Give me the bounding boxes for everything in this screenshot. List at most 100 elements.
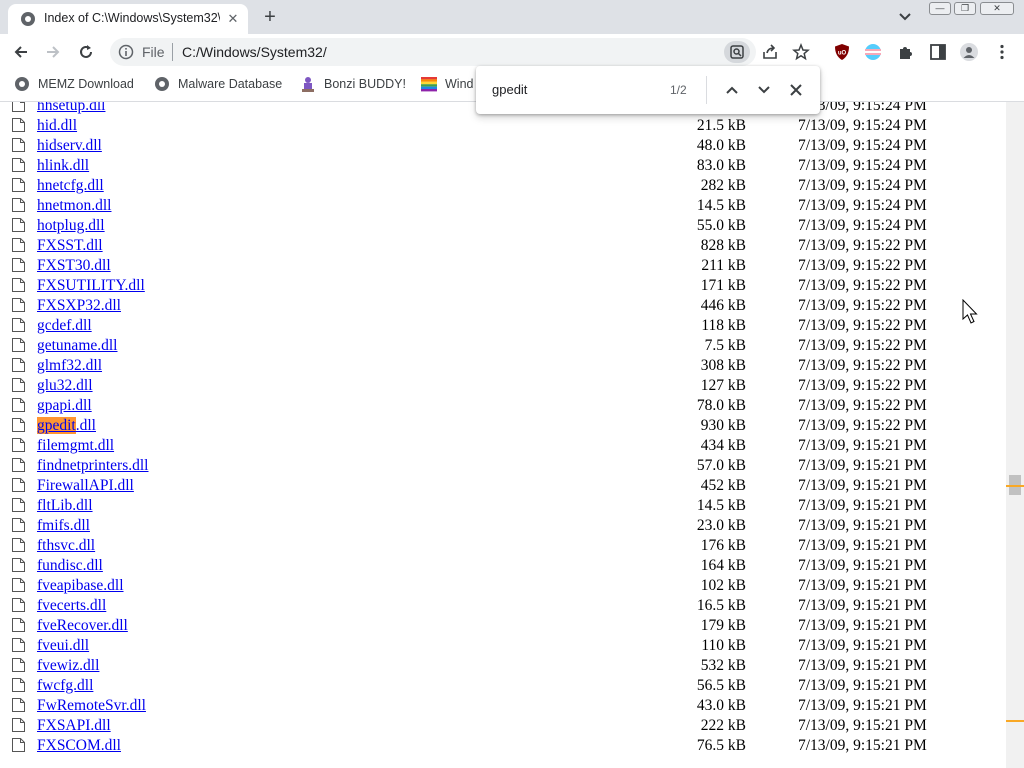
file-icon [12,338,25,352]
file-size: 43.0 kB [696,697,746,714]
file-link[interactable]: fwcfg.dll [37,677,93,694]
file-name-cell: FirewallAPI.dll [8,476,628,496]
new-tab-button[interactable]: + [258,7,282,29]
file-icon [12,118,25,132]
file-link[interactable]: fthsvc.dll [37,537,95,554]
file-size: 56.5 kB [696,677,746,694]
file-link[interactable]: fundisc.dll [37,557,103,574]
file-link[interactable]: hlink.dll [37,157,89,174]
address-bar[interactable]: File C:/Windows/System32/ [110,38,756,66]
back-icon[interactable] [12,43,30,61]
file-link[interactable]: FXST30.dll [37,257,111,274]
file-name-cell: fundisc.dll [8,556,628,576]
find-bar: gpedit 1/2 [476,66,820,114]
file-link[interactable]: fvecerts.dll [37,597,106,614]
file-link[interactable]: hnetmon.dll [37,197,111,214]
file-size: 57.0 kB [696,457,746,474]
file-row: FirewallAPI.dll 452 kB 7/13/09, 9:15:21 PM [8,476,927,496]
file-link[interactable]: FXSCOM.dll [37,737,121,754]
file-name-cell: FXST30.dll [8,256,628,276]
tab-title: Index of C:\Windows\System32\ [44,11,220,25]
file-link[interactable]: findnetprinters.dll [37,457,149,474]
file-link[interactable]: FwRemoteSvr.dll [37,697,146,714]
file-link[interactable]: hidserv.dll [37,137,102,154]
file-size: 930 kB [700,417,746,434]
file-date: 7/13/09, 9:15:21 PM [798,537,927,554]
find-in-page-button[interactable] [724,41,750,63]
file-link[interactable]: FirewallAPI.dll [37,477,134,494]
find-match-count: 1/2 [670,83,687,97]
tab-close-icon[interactable]: ✕ [226,12,240,26]
file-link[interactable]: fltLib.dll [37,497,93,514]
file-row: fltLib.dll 14.5 kB 7/13/09, 9:15:21 PM [8,496,927,516]
chevron-down-icon[interactable] [756,82,772,98]
file-size: 7.5 kB [704,337,746,354]
file-icon [12,678,25,692]
globe-icon [155,77,169,91]
file-date: 7/13/09, 9:15:21 PM [798,637,927,654]
extension-flag-icon[interactable] [864,43,882,61]
file-link[interactable]: glmf32.dll [37,357,102,374]
file-date: 7/13/09, 9:15:22 PM [798,337,927,354]
file-link[interactable]: fveui.dll [37,637,89,654]
file-link[interactable]: fvewiz.dll [37,657,99,674]
close-window-button[interactable]: ✕ [980,2,1014,15]
url-text[interactable]: C:/Windows/System32/ [182,44,327,60]
file-link[interactable]: gpapi.dll [37,397,92,414]
file-date: 7/13/09, 9:15:21 PM [798,497,927,514]
close-icon[interactable] [788,82,804,98]
side-panel-icon[interactable] [929,43,947,61]
file-link[interactable]: hhsetup.dll [37,102,105,114]
file-link[interactable]: fveRecover.dll [37,617,128,634]
file-table: hhsetup.dll42.0 kB7/13/09, 9:15:24 PMhid… [8,102,927,756]
file-link[interactable]: fmifs.dll [37,517,90,534]
file-icon [12,578,25,592]
find-input[interactable]: gpedit [492,82,527,97]
file-link[interactable]: gcdef.dll [37,317,92,334]
file-icon [12,178,25,192]
file-link[interactable]: gpedit.dll [37,417,96,434]
file-icon [12,438,25,452]
file-name-cell: findnetprinters.dll [8,456,628,476]
bookmark-label: Wind [445,77,474,91]
extensions-puzzle-icon[interactable] [897,43,915,61]
file-name-cell: fvewiz.dll [8,656,628,676]
file-size: 282 kB [700,177,746,194]
file-link[interactable]: filemgmt.dll [37,437,114,454]
file-row: fwcfg.dll 56.5 kB 7/13/09, 9:15:21 PM [8,676,927,696]
profile-avatar-icon[interactable] [960,43,978,61]
share-icon[interactable] [761,43,779,61]
file-link[interactable]: glu32.dll [37,377,93,394]
file-link[interactable]: FXSUTILITY.dll [37,277,145,294]
menu-kebab-icon[interactable] [993,43,1011,61]
info-icon[interactable] [118,44,134,60]
restore-button[interactable]: ❐ [954,2,976,15]
vertical-scrollbar[interactable] [1006,102,1024,768]
chevron-down-icon[interactable] [896,9,914,25]
file-link[interactable]: FXSXP32.dll [37,297,121,314]
file-size: 452 kB [700,477,746,494]
file-icon [12,518,25,532]
chevron-up-icon[interactable] [724,82,740,98]
file-link[interactable]: hnetcfg.dll [37,177,104,194]
forward-icon[interactable] [44,43,62,61]
file-link[interactable]: getuname.dll [37,337,118,354]
file-row: glmf32.dll 308 kB 7/13/09, 9:15:22 PM [8,356,927,376]
bookmark-star-icon[interactable] [792,43,810,61]
minimize-button[interactable]: — [929,2,951,15]
tab-active[interactable]: Index of C:\Windows\System32\ ✕ [8,4,248,34]
file-link[interactable]: hotplug.dll [37,217,105,234]
file-size: 110 kB [701,637,746,654]
file-link[interactable]: FXSST.dll [37,237,103,254]
file-icon [12,298,25,312]
file-link[interactable]: hid.dll [37,117,77,134]
ublock-origin-icon[interactable]: uO [833,43,851,61]
file-link[interactable]: FXSAPI.dll [37,717,111,734]
reload-icon[interactable] [77,43,95,61]
file-size: 164 kB [700,557,746,574]
file-link[interactable]: fveapibase.dll [37,577,124,594]
windows-flag-icon [421,77,437,92]
file-row: gpapi.dll 78.0 kB 7/13/09, 9:15:22 PM [8,396,927,416]
tab-strip: Index of C:\Windows\System32\ ✕ + — ❐ ✕ [0,0,1024,34]
file-date: 7/13/09, 9:15:21 PM [798,717,927,734]
